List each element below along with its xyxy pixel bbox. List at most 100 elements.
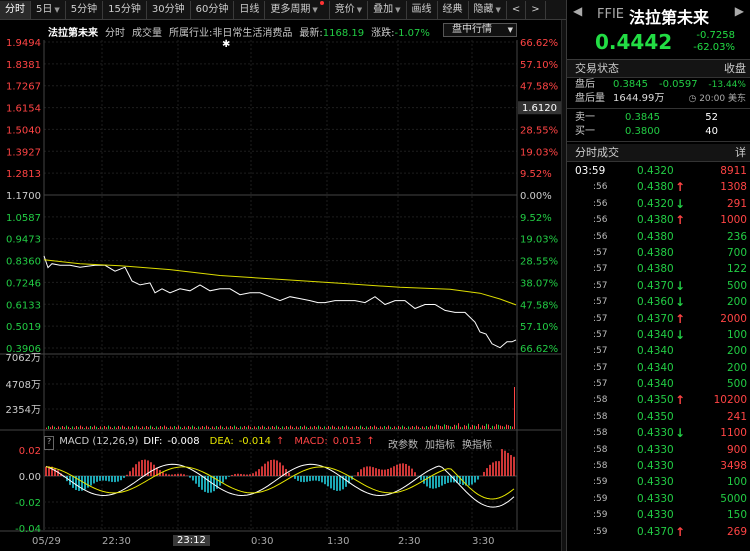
volume-bar xyxy=(84,428,85,429)
divider xyxy=(567,141,750,142)
volume-bar xyxy=(190,427,191,429)
tab-intraday[interactable]: 分时 xyxy=(0,0,31,19)
tab-more-periods[interactable]: 更多周期 ▼ xyxy=(265,0,330,19)
tab-draw[interactable]: 画线 xyxy=(407,0,438,19)
tick-price: 0.4340 xyxy=(637,378,674,391)
volume-bar xyxy=(360,425,361,429)
volume-bar xyxy=(406,428,407,429)
volume-bar xyxy=(292,426,293,429)
tab-daily[interactable]: 日线 xyxy=(234,0,266,19)
chevron-down-icon: ▼ xyxy=(356,5,363,14)
tab-hide[interactable]: 隐藏 ▼ xyxy=(469,0,507,19)
prev-stock-icon[interactable]: ◀ xyxy=(573,4,582,18)
tick-price: 0.4340 xyxy=(637,345,674,358)
tick-row: :59 0.4330 150 xyxy=(567,507,750,523)
volume-bar xyxy=(462,427,463,429)
tab-5min[interactable]: 5分钟 xyxy=(66,0,104,19)
tab-overlay[interactable]: 叠加 ▼ xyxy=(368,0,407,19)
switch-indicator-button[interactable]: 换指标 xyxy=(462,436,492,451)
tab-auction[interactable]: 竞价 ▼ xyxy=(330,0,369,19)
volume-bar xyxy=(50,427,51,429)
volume-bar xyxy=(356,426,357,429)
volume-bar xyxy=(320,426,321,429)
volume-bar xyxy=(162,427,163,429)
tab-60min[interactable]: 60分钟 xyxy=(191,0,235,19)
tab-30min[interactable]: 30分钟 xyxy=(147,0,191,19)
dea-value: -0.014 xyxy=(238,436,271,447)
edit-params-button[interactable]: 改参数 xyxy=(388,436,418,451)
ticks-list[interactable]: 03:59 0.4320 8911:56 0.4380 ↑ 1308:56 0.4320 ↓ 2… xyxy=(567,163,750,540)
nav-left-button[interactable]: < xyxy=(507,0,527,19)
add-indicator-button[interactable]: 加指标 xyxy=(425,436,455,451)
nav-right-button[interactable]: > xyxy=(526,0,546,19)
tick-price: 0.4320 xyxy=(637,197,674,210)
tab-15min[interactable]: 15分钟 xyxy=(103,0,147,19)
tab-classic[interactable]: 经典 xyxy=(438,0,469,19)
volume-bar xyxy=(92,427,93,429)
dif-label: DIF: xyxy=(143,436,163,447)
tick-time: :58 xyxy=(593,395,608,406)
volume-bar xyxy=(422,426,423,429)
tick-time: :57 xyxy=(593,297,608,308)
volume-bar xyxy=(148,427,149,429)
volume-bar xyxy=(486,423,487,429)
tick-row: :57 0.4380 122 xyxy=(567,261,750,277)
volume-bar xyxy=(276,425,277,429)
volume-bar xyxy=(56,428,57,429)
ticks-detail-button[interactable]: 详 xyxy=(735,144,746,162)
volume-bar xyxy=(118,426,119,429)
volume-bar xyxy=(268,426,269,429)
volume-bar xyxy=(474,425,475,429)
tick-volume: 5000 xyxy=(720,492,747,505)
volume-bar xyxy=(210,428,211,429)
volume-bar xyxy=(458,423,459,429)
next-stock-icon[interactable]: ▶ xyxy=(735,4,744,18)
tab-hide-label: 隐藏 xyxy=(473,3,494,15)
chevron-down-icon: ▼ xyxy=(395,5,401,14)
bid-row: 买一 0.3800 40 xyxy=(567,125,750,139)
volume-bar xyxy=(510,426,511,429)
tick-row: :57 0.4360 ↓ 200 xyxy=(567,294,750,310)
tick-volume: 8911 xyxy=(720,165,747,177)
tick-time: :58 xyxy=(593,411,608,422)
volume-bar xyxy=(150,425,151,429)
tab-5day[interactable]: 5日 ▼ xyxy=(31,0,66,19)
volume-bar xyxy=(352,426,353,429)
volume-bar xyxy=(178,425,179,429)
volume-bar xyxy=(240,426,241,429)
volume-bar xyxy=(420,428,421,429)
volume-bar xyxy=(218,427,219,429)
tick-price: 0.4380 xyxy=(637,181,674,194)
volume-bar xyxy=(130,427,131,429)
volume-bar xyxy=(88,427,89,429)
volume-bar xyxy=(204,427,205,429)
volume-bar xyxy=(306,426,307,429)
volume-bar xyxy=(490,428,491,429)
pct-tick-label: 19.03% xyxy=(520,147,558,158)
ticks-header: 分时成交 详 xyxy=(567,144,750,162)
tick-price: 0.4330 xyxy=(637,427,674,440)
volume-bar xyxy=(308,428,309,429)
volume-tick-label: 7062万 xyxy=(6,353,41,364)
volume-bar xyxy=(66,425,67,429)
macd-label[interactable]: MACD (12,26,9) xyxy=(59,436,138,450)
tick-price: 0.4380 xyxy=(637,246,674,259)
volume-bar xyxy=(262,425,263,429)
chart-area[interactable]: 法拉第未来 分时 成交量 所属行业:非日常生活消费品 最新:1168.19 涨跌… xyxy=(0,20,566,551)
volume-bar xyxy=(316,427,317,429)
arrow-down-icon: ↓ xyxy=(675,426,686,441)
volume-bar xyxy=(294,428,295,429)
volume-bar xyxy=(286,426,287,429)
tick-volume: 3498 xyxy=(720,460,747,473)
volume-bar xyxy=(188,426,189,429)
volume-bar xyxy=(346,425,347,429)
chart-canvas: 1.9494 66.62% 1.8381 57.10% 1.7267 47.58% 1.61… xyxy=(0,38,561,535)
volume-bar xyxy=(508,425,509,429)
arrow-down-icon: ↓ xyxy=(675,278,686,293)
volume-bar xyxy=(410,427,411,429)
last-price: 0.4442 xyxy=(595,30,673,54)
volume-bar xyxy=(124,426,125,429)
chevron-down-icon: ▼ xyxy=(54,5,60,14)
volume-bar xyxy=(472,425,473,429)
help-icon[interactable]: ? xyxy=(44,436,55,450)
